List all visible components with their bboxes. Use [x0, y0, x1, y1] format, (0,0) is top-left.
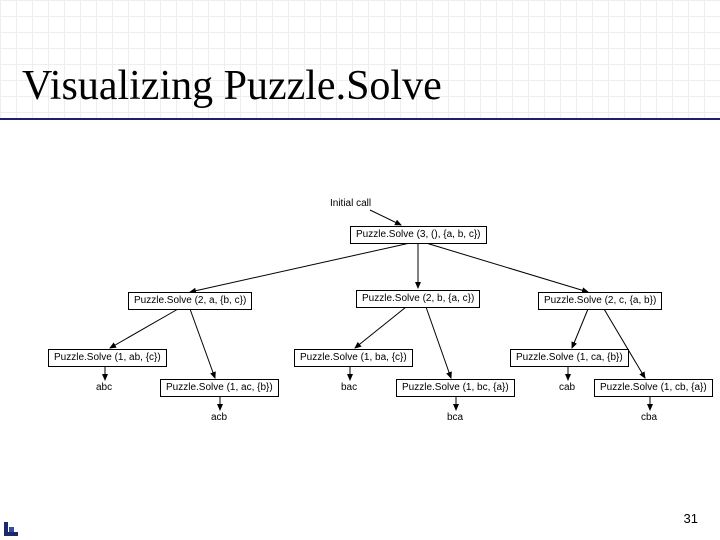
node-ba: Puzzle.Solve (1, ba, {c}) — [294, 349, 413, 367]
leaf-acb: acb — [211, 412, 227, 423]
node-root: Puzzle.Solve (3, (), {a, b, c}) — [350, 226, 487, 244]
node-ac: Puzzle.Solve (1, ac, {b}) — [160, 379, 279, 397]
title-separator — [0, 118, 720, 120]
node-ca: Puzzle.Solve (1, ca, {b}) — [510, 349, 629, 367]
leaf-cba: cba — [641, 412, 657, 423]
leaf-cab: cab — [559, 382, 575, 393]
node-2c: Puzzle.Solve (2, c, {a, b}) — [538, 292, 662, 310]
initial-call-label: Initial call — [330, 198, 371, 209]
node-ab: Puzzle.Solve (1, ab, {c}) — [48, 349, 167, 367]
leaf-abc: abc — [96, 382, 112, 393]
node-bc: Puzzle.Solve (1, bc, {a}) — [396, 379, 515, 397]
node-2a: Puzzle.Solve (2, a, {b, c}) — [128, 292, 252, 310]
slide-title: Visualizing Puzzle.Solve — [22, 62, 442, 110]
leaf-bac: bac — [341, 382, 357, 393]
leaf-bca: bca — [447, 412, 463, 423]
corner-decoration — [4, 522, 18, 536]
node-cb: Puzzle.Solve (1, cb, {a}) — [594, 379, 713, 397]
node-2b: Puzzle.Solve (2, b, {a, c}) — [356, 290, 480, 308]
